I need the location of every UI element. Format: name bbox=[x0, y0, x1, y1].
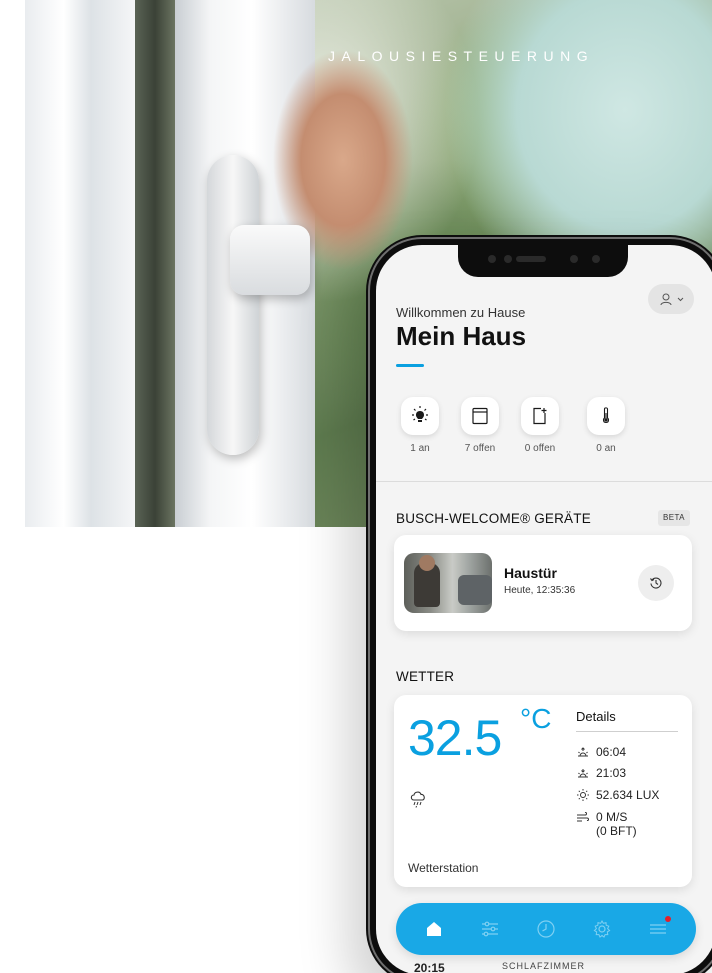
sunrise-row: 06:04 bbox=[576, 745, 626, 759]
nav-menu[interactable] bbox=[643, 914, 673, 944]
busch-welcome-title: BUSCH-WELCOME® GERÄTE bbox=[396, 511, 591, 526]
sliders-icon bbox=[482, 921, 498, 937]
chevron-down-icon bbox=[677, 297, 683, 301]
blind-icon bbox=[472, 407, 488, 425]
page-title: Mein Haus bbox=[396, 321, 527, 351]
thermometer-icon bbox=[602, 407, 610, 424]
window-handle bbox=[207, 155, 259, 455]
camera-snapshot bbox=[404, 553, 492, 613]
section-divider bbox=[376, 481, 712, 482]
app-screen: Willkommen zu Hause Mein Haus 1 an 7 off… bbox=[376, 245, 712, 973]
temperature-value: 32.5 bbox=[408, 710, 502, 766]
sunset-icon bbox=[578, 769, 588, 778]
weather-card[interactable]: 32.5 °C Wetterstation Details 06:04 21:0… bbox=[394, 695, 692, 887]
brightness-row: 52.634 LUX bbox=[576, 788, 659, 802]
quick-heating[interactable]: 0 an bbox=[582, 397, 630, 454]
phone-notch bbox=[458, 245, 628, 277]
light-bulb-icon bbox=[412, 406, 428, 422]
peek-room-label: SCHLAFZIMMER bbox=[502, 961, 586, 971]
quick-blinds[interactable]: 7 offen bbox=[456, 397, 504, 454]
nav-home[interactable] bbox=[419, 914, 449, 944]
window-frame bbox=[25, 0, 135, 527]
temperature-unit: °C bbox=[520, 703, 552, 734]
sun-icon bbox=[577, 789, 589, 801]
nav-timer[interactable] bbox=[531, 914, 561, 944]
user-icon bbox=[660, 293, 671, 306]
wind-row: 0 M/S (0 BFT) bbox=[576, 810, 637, 838]
hero-title: JALOUSIESTEUERUNG bbox=[328, 48, 595, 64]
quick-windows[interactable]: 0 offen bbox=[516, 397, 564, 454]
details-title: Details bbox=[576, 709, 616, 724]
weather-station-label: Wetterstation bbox=[408, 861, 479, 875]
history-button[interactable] bbox=[638, 565, 674, 601]
gear-icon bbox=[593, 919, 611, 938]
history-icon bbox=[650, 577, 662, 589]
home-icon bbox=[427, 922, 441, 936]
rain-cloud-icon bbox=[410, 791, 425, 808]
peek-time: 20:15 bbox=[414, 961, 445, 973]
window-icon bbox=[533, 407, 547, 425]
sunset-row: 21:03 bbox=[576, 766, 626, 780]
wind-icon bbox=[577, 811, 589, 822]
nav-controls[interactable] bbox=[475, 914, 505, 944]
beta-badge: BETA bbox=[658, 510, 690, 526]
device-name: Haustür bbox=[504, 565, 557, 581]
bottom-nav bbox=[396, 903, 696, 955]
nav-settings[interactable] bbox=[587, 914, 617, 944]
door-station-card[interactable]: Haustür Heute, 12:35:36 bbox=[394, 535, 692, 631]
menu-icon bbox=[650, 924, 666, 934]
title-accent bbox=[396, 364, 424, 367]
phone-mockup: Willkommen zu Hause Mein Haus 1 an 7 off… bbox=[366, 235, 712, 973]
welcome-text: Willkommen zu Hause bbox=[396, 305, 526, 320]
notification-dot bbox=[665, 916, 671, 922]
device-timestamp: Heute, 12:35:36 bbox=[504, 585, 576, 596]
clock-icon bbox=[537, 920, 555, 938]
user-menu-button[interactable] bbox=[648, 284, 694, 314]
sunrise-icon bbox=[578, 747, 588, 757]
quick-lights[interactable]: 1 an bbox=[396, 397, 444, 454]
weather-title: WETTER bbox=[396, 669, 455, 684]
